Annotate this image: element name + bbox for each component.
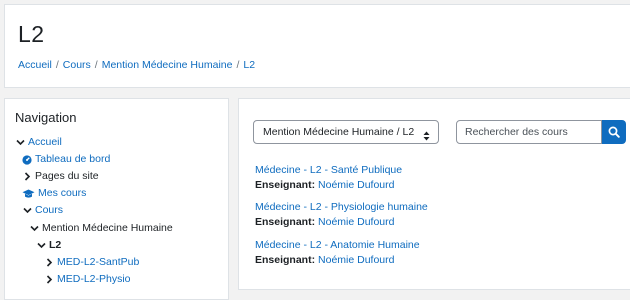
navigation-title: Navigation <box>15 110 77 125</box>
nav-item-label[interactable]: Tableau de bord <box>35 152 110 167</box>
nav-item-accueil[interactable]: Accueil <box>15 135 62 150</box>
category-select[interactable]: Mention Médecine Humaine / L2 <box>253 120 439 144</box>
nav-item-label[interactable]: Mes cours <box>38 186 86 201</box>
nav-item-label: Pages du site <box>35 170 99 182</box>
teacher-link[interactable]: Noémie Dufourd <box>318 179 394 191</box>
chevron-down-icon <box>36 240 46 251</box>
breadcrumb-courses[interactable]: Cours <box>63 59 91 71</box>
breadcrumb-category[interactable]: Mention Médecine Humaine <box>102 59 233 71</box>
nav-item-my-courses[interactable]: Mes cours <box>22 186 86 201</box>
teacher-label: Enseignant: <box>255 254 316 266</box>
teacher-link[interactable]: Noémie Dufourd <box>318 254 394 266</box>
category-select-value: Mention Médecine Humaine / L2 <box>263 126 415 138</box>
breadcrumb-separator: / <box>55 59 59 71</box>
select-arrows-icon <box>423 127 430 149</box>
nav-item-label: Mention Médecine Humaine <box>42 222 173 234</box>
breadcrumb: Accueil / Cours / Mention Médecine Humaine / L… <box>18 59 255 71</box>
nav-item-santpub[interactable]: MED-L2-SantPub <box>44 255 139 270</box>
breadcrumb-separator: / <box>236 59 240 71</box>
nav-item-label[interactable]: MED-L2-Physio <box>57 272 131 287</box>
page-title: L2 <box>18 21 45 47</box>
page-header: L2 Accueil / Cours / Mention Médecine Humain… <box>4 4 630 88</box>
graduation-cap-icon <box>22 188 35 199</box>
course-link[interactable]: Médecine - L2 - Physiologie humaine <box>255 201 428 213</box>
nav-item-label[interactable]: Accueil <box>28 135 62 150</box>
nav-item-physio[interactable]: MED-L2-Physio <box>44 272 131 287</box>
nav-item-l2[interactable]: L2 <box>36 238 61 253</box>
dashboard-icon <box>22 154 32 165</box>
nav-item-label[interactable]: Cours <box>35 203 63 218</box>
nav-item-label: L2 <box>49 239 62 251</box>
nav-item-label[interactable]: MED-L2-SantPub <box>57 255 139 270</box>
navigation-block: Navigation Accueil Tableau de bord Pages… <box>4 98 229 300</box>
nav-item-courses[interactable]: Cours <box>22 203 63 218</box>
breadcrumb-current[interactable]: L2 <box>243 59 255 71</box>
course-link[interactable]: Médecine - L2 - Anatomie Humaine <box>255 239 420 251</box>
course-item: Médecine - L2 - Anatomie Humaine Enseign… <box>255 238 420 268</box>
teacher-link[interactable]: Noémie Dufourd <box>318 216 394 228</box>
teacher-label: Enseignant: <box>255 216 316 228</box>
breadcrumb-separator: / <box>94 59 98 71</box>
breadcrumb-home[interactable]: Accueil <box>18 59 52 71</box>
nav-item-mention[interactable]: Mention Médecine Humaine <box>29 221 173 236</box>
search-courses-input[interactable] <box>456 120 602 144</box>
nav-item-site-pages[interactable]: Pages du site <box>22 169 99 184</box>
nav-item-dashboard[interactable]: Tableau de bord <box>22 152 110 167</box>
teacher-label: Enseignant: <box>255 179 316 191</box>
chevron-down-icon <box>15 137 25 148</box>
search-button[interactable] <box>602 120 626 144</box>
chevron-down-icon <box>29 223 39 234</box>
course-link[interactable]: Médecine - L2 - Santé Publique <box>255 164 402 176</box>
chevron-right-icon <box>44 257 54 268</box>
course-item: Médecine - L2 - Physiologie humaine Ense… <box>255 200 428 230</box>
course-list-block: Mention Médecine Humaine / L2 Médecine -… <box>238 98 630 290</box>
chevron-down-icon <box>22 205 32 216</box>
course-item: Médecine - L2 - Santé Publique Enseignan… <box>255 163 402 193</box>
chevron-right-icon <box>44 274 54 285</box>
chevron-right-icon <box>22 171 32 182</box>
search-icon <box>608 126 620 138</box>
